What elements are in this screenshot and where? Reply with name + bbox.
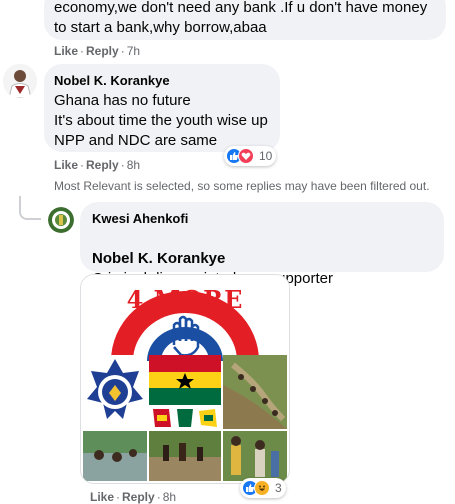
filter-note: Most Relevant is selected, so some repli… (54, 179, 430, 193)
comment-text: economy,we don't need any bank .If u don… (54, 0, 428, 36)
reply-avatar[interactable] (48, 207, 74, 233)
haha-icon (254, 480, 270, 496)
reply-author[interactable]: Kwesi Ahenkofi (92, 210, 432, 227)
like-link[interactable]: Like (90, 490, 114, 504)
avatar[interactable] (3, 64, 37, 98)
comment-actions-2: Like · Reply · 8h (54, 158, 141, 172)
reply-link[interactable]: Reply (122, 490, 155, 504)
villagers-photo-tile (223, 431, 287, 481)
reaction-summary[interactable]: 10 (224, 146, 277, 166)
love-icon (238, 148, 254, 164)
reply-link[interactable]: Reply (86, 44, 119, 58)
reply-actions: Like · Reply · 8h (90, 490, 177, 504)
comment-author[interactable]: Nobel K. Korankye (54, 72, 268, 89)
like-link[interactable]: Like (54, 44, 78, 58)
reaction-count: 3 (275, 481, 282, 495)
mention-link[interactable]: Nobel K. Korankye (92, 250, 225, 267)
comment-bubble-1: economy,we don't need any bank .If u don… (44, 0, 446, 40)
avatar-image (3, 64, 37, 98)
police-badge-tile (83, 355, 147, 429)
comment-actions-1: Like · Reply · 7h (54, 44, 141, 58)
reply-thread-line (19, 196, 41, 220)
reply-image[interactable]: 4 MORE (80, 274, 290, 484)
children-water-photo-tile (83, 431, 147, 481)
ghana-flag-tile (149, 355, 221, 405)
timestamp[interactable]: 8h (127, 158, 140, 172)
river-photo-tile (223, 355, 287, 429)
timestamp[interactable]: 7h (127, 44, 140, 58)
timestamp[interactable]: 8h (163, 490, 176, 504)
people-river-photo-tile (149, 431, 221, 481)
comment-text: Ghana has no future It's about time the … (54, 92, 268, 149)
reply-bubble: Kwesi Ahenkofi Nobel K. Korankye Crimina… (80, 202, 444, 287)
reaction-count: 10 (259, 149, 273, 163)
avatar-image (48, 207, 74, 233)
like-link[interactable]: Like (54, 158, 78, 172)
reply-link[interactable]: Reply (86, 158, 119, 172)
reply-reaction-summary[interactable]: 3 (240, 478, 286, 498)
comment-bubble-2: Nobel K. Korankye Ghana has no future It… (44, 64, 280, 152)
ghana-map-tile (149, 407, 221, 429)
image-banner-text: 4 MORE (126, 285, 244, 314)
